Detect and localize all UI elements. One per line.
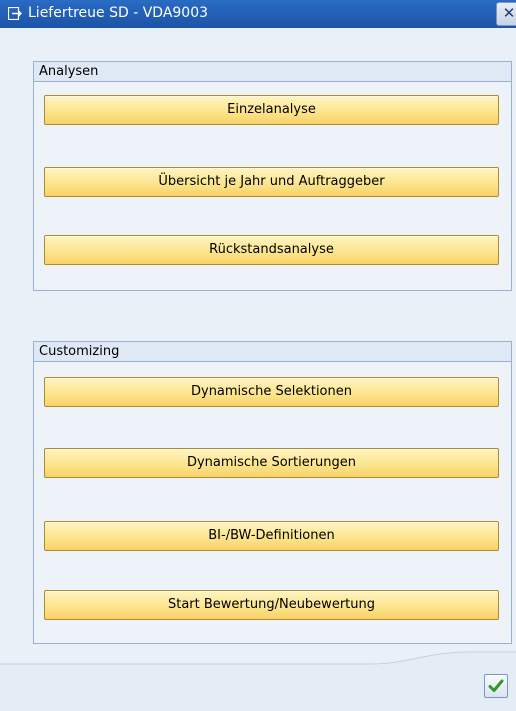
dynamische-selektionen-button[interactable]: Dynamische Selektionen bbox=[44, 377, 499, 407]
close-button[interactable]: ✕ bbox=[496, 2, 516, 26]
analysen-group: Analysen Einzelanalyse Übersicht je Jahr… bbox=[33, 61, 512, 291]
checkmark-icon bbox=[488, 679, 504, 692]
exit-window-icon bbox=[8, 7, 22, 20]
dynamische-sortierungen-button[interactable]: Dynamische Sortierungen bbox=[44, 448, 499, 478]
customizing-group-header: Customizing bbox=[34, 342, 511, 362]
window-title: Liefertreue SD - VDA9003 bbox=[28, 5, 209, 21]
einzelanalyse-button[interactable]: Einzelanalyse bbox=[44, 95, 499, 125]
customizing-group: Customizing Dynamische Selektionen Dynam… bbox=[33, 341, 512, 644]
bi-bw-definitionen-button[interactable]: BI-/BW-Definitionen bbox=[44, 521, 499, 551]
analysen-group-header: Analysen bbox=[34, 62, 511, 82]
dialog-window: Liefertreue SD - VDA9003 ✕ Analysen Einz… bbox=[0, 0, 516, 711]
uebersicht-jahr-auftraggeber-button[interactable]: Übersicht je Jahr und Auftraggeber bbox=[44, 167, 499, 197]
footer-divider bbox=[0, 651, 516, 711]
rueckstandsanalyse-button[interactable]: Rückstandsanalyse bbox=[44, 235, 499, 265]
start-bewertung-button[interactable]: Start Bewertung/Neubewertung bbox=[44, 590, 499, 620]
title-bar: Liefertreue SD - VDA9003 ✕ bbox=[0, 0, 516, 28]
ok-button[interactable] bbox=[484, 674, 508, 698]
